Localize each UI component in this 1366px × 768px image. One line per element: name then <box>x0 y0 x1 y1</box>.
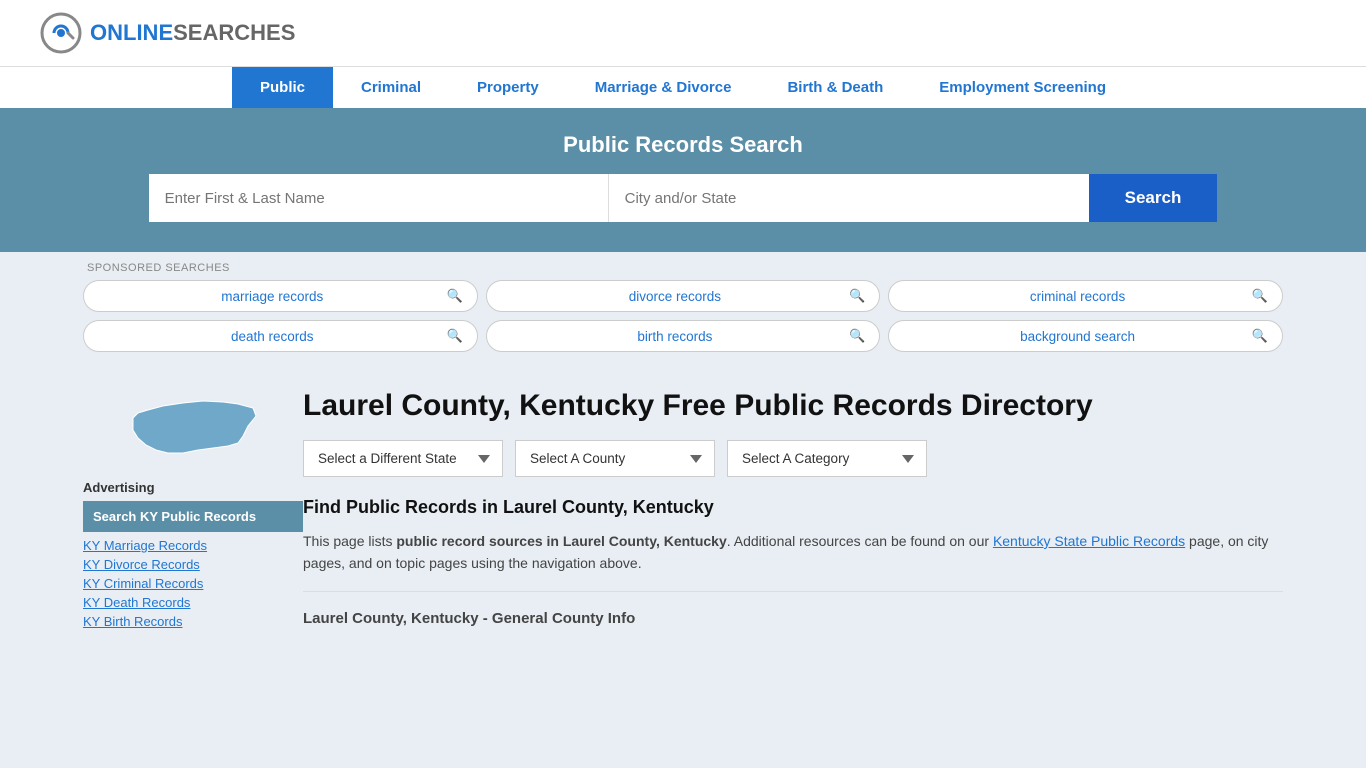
search-form: Search <box>133 174 1233 222</box>
county-dropdown[interactable]: Select A County <box>515 440 715 477</box>
sponsored-section: SPONSORED SEARCHES marriage records 🔍 di… <box>63 252 1303 372</box>
find-records-bold: public record sources in Laurel County, … <box>396 533 726 549</box>
kentucky-map-shape <box>128 388 258 468</box>
tag-marriage-records[interactable]: marriage records 🔍 <box>83 280 478 312</box>
right-content: Laurel County, Kentucky Free Public Reco… <box>303 388 1283 635</box>
search-tag-icon: 🔍 <box>849 288 865 304</box>
search-tag-icon: 🔍 <box>446 328 462 344</box>
search-tag-icon: 🔍 <box>446 288 462 304</box>
nav-birth-death[interactable]: Birth & Death <box>759 67 911 108</box>
search-banner-title: Public Records Search <box>40 132 1326 158</box>
state-map <box>83 388 303 468</box>
logo-icon <box>40 12 82 54</box>
nav-property[interactable]: Property <box>449 67 567 108</box>
search-tag-icon: 🔍 <box>1252 288 1268 304</box>
find-records-title: Find Public Records in Laurel County, Ke… <box>303 497 1283 518</box>
main-content: Advertising Search KY Public Records KY … <box>63 372 1303 651</box>
ad-link-birth[interactable]: KY Birth Records <box>83 612 303 631</box>
section-divider <box>303 591 1283 592</box>
search-tags: marriage records 🔍 divorce records 🔍 cri… <box>83 280 1283 362</box>
find-records-desc: This page lists public record sources in… <box>303 530 1283 575</box>
tag-background-search[interactable]: background search 🔍 <box>888 320 1283 352</box>
category-dropdown[interactable]: Select A Category <box>727 440 927 477</box>
logo: ONLINESEARCHES <box>40 12 295 54</box>
general-info-title: Laurel County, Kentucky - General County… <box>303 602 1283 635</box>
search-button[interactable]: Search <box>1089 174 1218 222</box>
ad-link-death[interactable]: KY Death Records <box>83 593 303 612</box>
logo-text: ONLINESEARCHES <box>90 20 295 46</box>
state-dropdown[interactable]: Select a Different State <box>303 440 503 477</box>
search-tag-icon: 🔍 <box>849 328 865 344</box>
header: ONLINESEARCHES <box>0 0 1366 66</box>
tag-divorce-records[interactable]: divorce records 🔍 <box>486 280 881 312</box>
advertising-label: Advertising <box>83 480 303 495</box>
ad-link-criminal[interactable]: KY Criminal Records <box>83 574 303 593</box>
main-nav: Public Criminal Property Marriage & Divo… <box>0 66 1366 108</box>
ad-active-item[interactable]: Search KY Public Records <box>83 501 303 532</box>
nav-public[interactable]: Public <box>232 67 333 108</box>
tag-criminal-records[interactable]: criminal records 🔍 <box>888 280 1283 312</box>
page-title: Laurel County, Kentucky Free Public Reco… <box>303 388 1283 424</box>
nav-employment[interactable]: Employment Screening <box>911 67 1134 108</box>
search-banner: Public Records Search Search <box>0 108 1366 252</box>
left-sidebar: Advertising Search KY Public Records KY … <box>83 388 303 635</box>
nav-criminal[interactable]: Criminal <box>333 67 449 108</box>
tag-birth-records[interactable]: birth records 🔍 <box>486 320 881 352</box>
nav-marriage-divorce[interactable]: Marriage & Divorce <box>567 67 760 108</box>
dropdowns-row: Select a Different State Select A County… <box>303 440 1283 477</box>
advertising-section: Advertising Search KY Public Records KY … <box>83 480 303 631</box>
sponsored-label: SPONSORED SEARCHES <box>83 262 1283 280</box>
location-input[interactable] <box>609 174 1089 222</box>
ad-link-divorce[interactable]: KY Divorce Records <box>83 555 303 574</box>
state-records-link[interactable]: Kentucky State Public Records <box>993 533 1185 549</box>
tag-death-records[interactable]: death records 🔍 <box>83 320 478 352</box>
search-tag-icon: 🔍 <box>1252 328 1268 344</box>
name-input[interactable] <box>149 174 609 222</box>
ad-link-marriage[interactable]: KY Marriage Records <box>83 536 303 555</box>
